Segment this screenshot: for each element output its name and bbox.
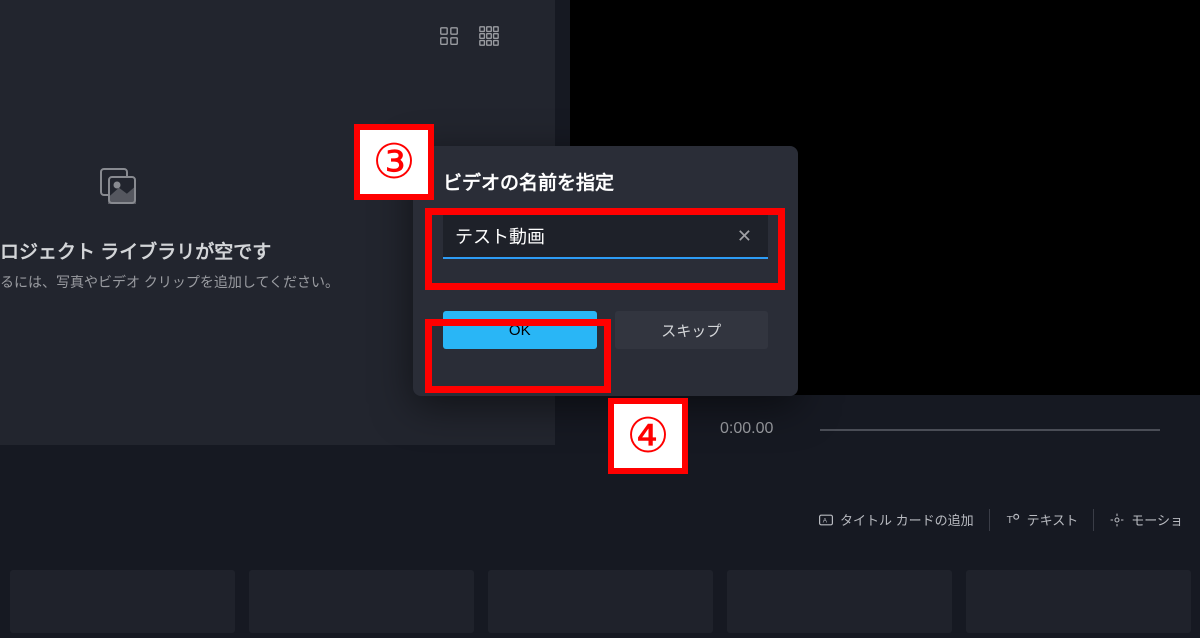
toolbar-separator xyxy=(1093,509,1094,531)
video-name-input[interactable] xyxy=(455,226,733,247)
motion-icon xyxy=(1109,512,1125,528)
clip-thumbnail[interactable] xyxy=(10,570,235,633)
clip-strip xyxy=(10,570,1191,633)
clip-thumbnail[interactable] xyxy=(727,570,952,633)
playhead-timestamp: 0:00.00 xyxy=(720,420,773,438)
library-empty-subtitle: るには、写真やビデオ クリップを追加してください。 xyxy=(0,272,339,292)
clip-thumbnail[interactable] xyxy=(249,570,474,633)
dialog-button-row: OK スキップ xyxy=(443,311,768,349)
motion-button[interactable]: モーショ xyxy=(1102,505,1190,534)
grid-2x2-button[interactable] xyxy=(438,25,460,47)
video-name-input-container: ✕ xyxy=(443,215,768,259)
clip-thumbnail[interactable] xyxy=(966,570,1191,633)
add-text-button[interactable]: T テキスト xyxy=(998,505,1086,534)
text-icon: T xyxy=(1005,512,1021,528)
view-controls xyxy=(438,25,500,47)
ok-button[interactable]: OK xyxy=(443,311,597,349)
timeline-footer: A タイトル カードの追加 T テキスト モーショ xyxy=(0,493,1200,638)
skip-button[interactable]: スキップ xyxy=(615,311,769,349)
clip-thumbnail[interactable] xyxy=(488,570,713,633)
add-title-card-button[interactable]: A タイトル カードの追加 xyxy=(811,505,981,534)
media-library-icon xyxy=(95,163,143,211)
dialog-title: ビデオの名前を指定 xyxy=(443,168,768,195)
clear-input-button[interactable]: ✕ xyxy=(733,226,756,247)
timeline-slider[interactable] xyxy=(820,429,1160,431)
annotation-step-3: ③ xyxy=(354,124,434,200)
toolbar-separator xyxy=(989,509,990,531)
editor-toolbar: A タイトル カードの追加 T テキスト モーショ xyxy=(811,505,1190,534)
annotation-step-4: ④ xyxy=(608,398,688,474)
svg-text:T: T xyxy=(1006,515,1013,526)
library-empty-title: ロジェクト ライブラリが空です xyxy=(0,237,339,264)
grid-3x3-button[interactable] xyxy=(478,25,500,47)
video-name-dialog: ビデオの名前を指定 ✕ OK スキップ xyxy=(413,146,798,396)
title-card-icon: A xyxy=(818,512,834,528)
library-empty-state: ロジェクト ライブラリが空です るには、写真やビデオ クリップを追加してください… xyxy=(0,175,339,292)
svg-text:A: A xyxy=(823,517,828,524)
